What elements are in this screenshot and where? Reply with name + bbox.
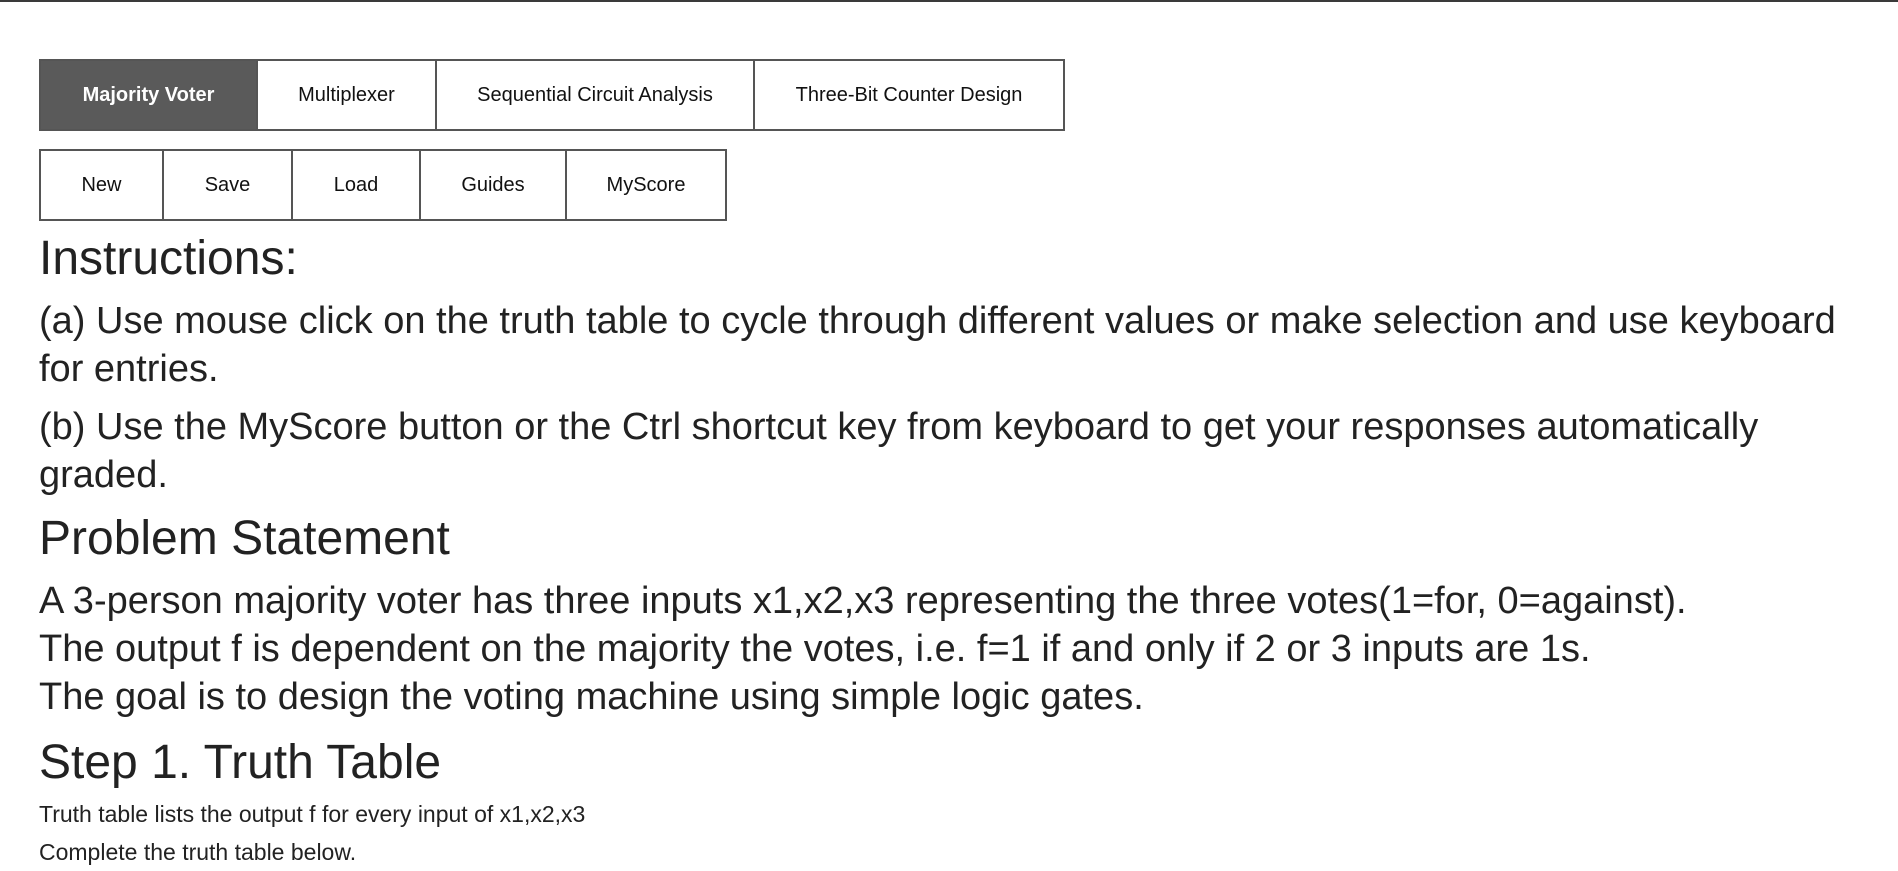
load-button[interactable]: Load <box>291 149 421 221</box>
action-toolbar: New Save Load Guides MyScore <box>39 149 1879 221</box>
new-button[interactable]: New <box>39 149 164 221</box>
instruction-a: (a) Use mouse click on the truth table t… <box>39 300 1836 390</box>
problem-statement-heading: Problem Statement <box>39 512 450 565</box>
truth-table-description: Truth table lists the output f for every… <box>39 801 586 827</box>
problem-line: A 3-person majority voter has three inpu… <box>39 580 1687 622</box>
tab-three-bit-counter-design[interactable]: Three-Bit Counter Design <box>753 59 1065 131</box>
problem-statement-body: A 3-person majority voter has three inpu… <box>39 577 1879 721</box>
step1-heading: Step 1. Truth Table <box>39 736 442 789</box>
tab-sequential-circuit-analysis[interactable]: Sequential Circuit Analysis <box>435 59 755 131</box>
truth-table-prompt: Complete the truth table below. <box>39 839 357 865</box>
instructions-heading: Instructions: <box>39 232 298 285</box>
tab-majority-voter[interactable]: Majority Voter <box>39 59 258 131</box>
guides-button[interactable]: Guides <box>419 149 567 221</box>
main-content: Majority Voter Multiplexer Sequential Ci… <box>39 59 1879 871</box>
problem-line: The output f is dependent on the majorit… <box>39 628 1591 670</box>
instruction-b: (b) Use the MyScore button or the Ctrl s… <box>39 406 1759 496</box>
top-border <box>0 0 1898 2</box>
problem-line: The goal is to design the voting machine… <box>39 676 1144 718</box>
myscore-button[interactable]: MyScore <box>565 149 727 221</box>
save-button[interactable]: Save <box>162 149 293 221</box>
tab-multiplexer[interactable]: Multiplexer <box>256 59 437 131</box>
module-tabs: Majority Voter Multiplexer Sequential Ci… <box>39 59 1879 131</box>
